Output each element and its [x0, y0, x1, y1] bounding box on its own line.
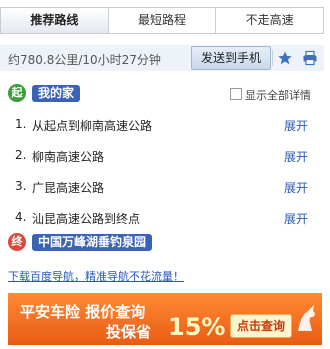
insurance-ad-banner[interactable]: 平安车险 报价查询 投保省 15% 点击查询 [8, 293, 322, 345]
start-location-label[interactable]: 我的家 [32, 85, 81, 102]
start-badge: 起 [8, 84, 26, 102]
step-text: 汕昆高速公路到终点 [32, 212, 141, 226]
step-number: 1. [15, 117, 27, 131]
tab-shortest[interactable]: 最短路程 [107, 8, 216, 33]
favorite-star-icon[interactable] [277, 50, 293, 66]
banner-percent: 15% [168, 313, 226, 341]
end-location-label[interactable]: 中国万峰湖垂钓泉园 [32, 234, 153, 251]
route-steps-list: 1. 从起点到柳南高速公路 展开 2. 柳南高速公路 展开 3. 广昆高速公路 … [0, 111, 324, 235]
route-step: 1. 从起点到柳南高速公路 展开 [0, 111, 324, 142]
toolbar-divider [272, 50, 273, 66]
show-all-details-label[interactable]: 显示全部详情 [245, 87, 311, 103]
banner-headline: 平安车险 报价查询 [20, 303, 146, 321]
route-summary-bar: 约780.8公里/10小时27分钟 发送到手机 [0, 45, 324, 71]
show-all-details-checkbox[interactable] [230, 88, 242, 100]
step-text: 柳南高速公路 [32, 150, 105, 164]
route-step: 3. 广昆高速公路 展开 [0, 173, 324, 204]
print-icon[interactable] [302, 50, 318, 66]
step-text: 广昆高速公路 [32, 181, 105, 195]
download-navigation-link[interactable]: 下载百度导航，精准导航不花流量！ [8, 268, 184, 284]
expand-link[interactable]: 展开 [284, 179, 308, 196]
tab-no-highway[interactable]: 不走高速 [215, 8, 323, 33]
expand-link[interactable]: 展开 [284, 210, 308, 227]
route-step: 2. 柳南高速公路 展开 [0, 142, 324, 173]
start-point-row: 起 我的家 显示全部详情 [8, 84, 324, 104]
send-to-phone-button[interactable]: 发送到手机 [191, 46, 271, 70]
step-number: 4. [15, 210, 27, 224]
expand-link[interactable]: 展开 [284, 117, 308, 134]
end-badge: 终 [8, 233, 26, 251]
step-number: 3. [15, 179, 27, 193]
distance-time-text: 约780.8公里/10小时27分钟 [8, 53, 161, 67]
step-number: 2. [15, 148, 27, 162]
tab-recommended[interactable]: 推荐路线 [1, 8, 108, 33]
route-step: 4. 汕昆高速公路到终点 展开 [0, 204, 324, 235]
end-point-row: 终 中国万峰湖垂钓泉园 [8, 233, 324, 253]
expand-link[interactable]: 展开 [284, 148, 308, 165]
banner-query-button[interactable]: 点击查询 [230, 314, 292, 338]
horse-logo-icon [294, 301, 318, 337]
step-text: 从起点到柳南高速公路 [32, 119, 153, 133]
route-tabs: 推荐路线 最短路程 不走高速 [0, 7, 324, 34]
banner-subline: 投保省 [106, 323, 152, 341]
